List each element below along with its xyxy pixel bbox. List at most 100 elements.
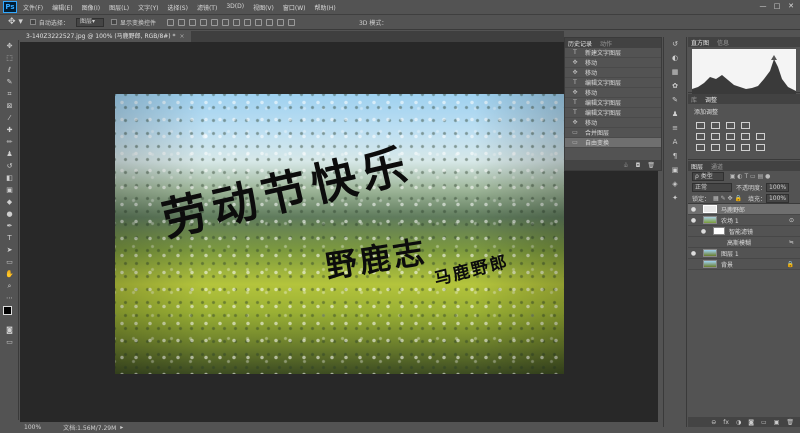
tab-histogram[interactable]: 直方图: [691, 38, 709, 47]
invert-icon[interactable]: [696, 144, 705, 151]
close-window-button[interactable]: ✕: [784, 1, 798, 12]
fill-value[interactable]: 100%: [765, 193, 790, 203]
frame-tool-icon[interactable]: ⊠: [0, 100, 19, 112]
distribute-vcenter-icon[interactable]: [243, 18, 251, 26]
distribute-hcenter-icon[interactable]: [276, 18, 284, 26]
color-swatches-icon[interactable]: [0, 304, 19, 324]
link-layers-icon[interactable]: ⊖: [711, 419, 716, 426]
color-panel-icon[interactable]: ◐: [664, 51, 686, 65]
menu-image[interactable]: 图像(I): [82, 3, 100, 12]
dodge-tool-icon[interactable]: ●: [0, 208, 19, 220]
auto-select-dropdown[interactable]: 图层 ▾: [75, 17, 104, 27]
eraser-tool-icon[interactable]: ◧: [0, 172, 19, 184]
paragraph-panel-icon[interactable]: ¶: [664, 149, 686, 163]
zoom-level[interactable]: 100%: [24, 424, 41, 431]
quick-select-tool-icon[interactable]: ✎: [0, 76, 19, 88]
distribute-left-icon[interactable]: [265, 18, 273, 26]
gradient-tool-icon[interactable]: ▣: [0, 184, 19, 196]
channel-mixer-icon[interactable]: [756, 133, 765, 140]
edit-toolbar-icon[interactable]: ⋯: [0, 292, 19, 304]
visibility-eye-icon[interactable]: ●: [688, 250, 699, 257]
move-tool-icon[interactable]: ✥: [0, 40, 19, 52]
styles-panel-icon[interactable]: ▣: [664, 163, 686, 177]
visibility-eye-icon[interactable]: ●: [688, 206, 699, 213]
healing-brush-tool-icon[interactable]: ✚: [0, 124, 19, 136]
layer-row-selected[interactable]: ● 马鹿野郎: [688, 204, 800, 215]
hue-saturation-icon[interactable]: [696, 133, 705, 140]
align-bottom-icon[interactable]: [188, 18, 196, 26]
tab-actions[interactable]: 动作: [600, 39, 612, 48]
document-tab[interactable]: 3-140Z3222527.jpg @ 100% (马鹿野郎, RGB/8#) …: [20, 31, 191, 42]
trash-icon[interactable]: 🗑: [647, 162, 655, 169]
visibility-eye-icon[interactable]: ●: [688, 217, 699, 224]
menu-type[interactable]: 文字(Y): [138, 3, 158, 12]
menu-window[interactable]: 窗口(W): [283, 3, 306, 12]
tab-adjustments[interactable]: 调整: [705, 95, 717, 104]
screen-mode-icon[interactable]: ▭: [0, 336, 19, 348]
path-select-tool-icon[interactable]: ➤: [0, 244, 19, 256]
threshold-icon[interactable]: [726, 144, 735, 151]
history-row[interactable]: T 新建文字图层: [565, 48, 661, 58]
align-right-icon[interactable]: [221, 18, 229, 26]
gradient-map-icon[interactable]: [741, 144, 750, 151]
type-tool-icon[interactable]: T: [0, 232, 19, 244]
tab-libraries[interactable]: 库: [691, 95, 697, 104]
auto-select-checkbox[interactable]: 自动选择：: [29, 18, 69, 27]
add-mask-icon[interactable]: ◑: [736, 419, 741, 426]
curves-icon[interactable]: [726, 122, 735, 129]
history-brush-tool-icon[interactable]: ↺: [0, 160, 19, 172]
layer-row[interactable]: 背景 🔒: [688, 259, 800, 270]
snapshot-icon[interactable]: ◘: [636, 162, 641, 169]
swatches-panel-icon[interactable]: ▦: [664, 65, 686, 79]
opacity-value[interactable]: 100%: [766, 183, 790, 192]
distribute-right-icon[interactable]: [287, 18, 295, 26]
hand-tool-icon[interactable]: ✋: [0, 268, 19, 280]
trash-icon[interactable]: 🗑: [786, 419, 794, 426]
new-group-icon[interactable]: ▭: [761, 419, 767, 426]
move-tool-preset[interactable]: ✥ ▾: [8, 17, 23, 27]
levels-icon[interactable]: [711, 122, 720, 129]
adjustment-layer-icon[interactable]: ◙: [748, 419, 754, 426]
layer-row[interactable]: ● 图层 1: [688, 248, 800, 259]
layer-row[interactable]: ● 农场 1 ⊙: [688, 215, 800, 226]
distribute-top-icon[interactable]: [232, 18, 240, 26]
distribute-bottom-icon[interactable]: [254, 18, 262, 26]
filter-icons[interactable]: ▣ ◐ T ▭ ▤ ●: [730, 173, 771, 180]
tab-layers[interactable]: 图层: [691, 162, 703, 171]
document-canvas[interactable]: 劳动节快乐 野鹿志 马鹿野郎: [115, 94, 564, 374]
properties-panel-icon[interactable]: ≡: [664, 121, 686, 135]
tab-info[interactable]: 信息: [717, 38, 729, 47]
minimize-button[interactable]: —: [756, 1, 770, 12]
fx-icon[interactable]: fx: [723, 419, 729, 426]
menu-3d[interactable]: 3D(D): [226, 3, 244, 12]
history-row[interactable]: ▭ 合并图层: [565, 128, 661, 138]
history-row[interactable]: T 编辑文字图层: [565, 98, 661, 108]
character-panel-icon[interactable]: A: [664, 135, 686, 149]
checkbox-box[interactable]: [110, 19, 117, 25]
align-vcenter-icon[interactable]: [177, 18, 185, 26]
color-balance-icon[interactable]: [711, 133, 720, 140]
crop-tool-icon[interactable]: ⌗: [0, 88, 19, 100]
history-row[interactable]: T 编辑文字图层: [565, 108, 661, 118]
shape-tool-icon[interactable]: ▭: [0, 256, 19, 268]
paths-panel-icon[interactable]: ✦: [664, 191, 686, 205]
align-top-icon[interactable]: [166, 18, 174, 26]
visibility-eye-icon[interactable]: ●: [698, 228, 709, 235]
history-row[interactable]: ✥ 移动: [565, 58, 661, 68]
selective-color-icon[interactable]: [756, 144, 765, 151]
tab-history[interactable]: 历史记录: [568, 39, 592, 48]
history-panel-icon[interactable]: ↺: [664, 37, 686, 51]
new-document-from-state-icon[interactable]: ♧: [623, 162, 628, 169]
filter-options-icon[interactable]: ≒: [789, 239, 794, 246]
layer-row-smart-filters[interactable]: ● 智能滤镜: [688, 226, 800, 237]
blend-mode-dropdown[interactable]: 正常: [692, 183, 732, 192]
layer-row-filter[interactable]: 高斯模糊 ≒: [688, 237, 800, 248]
menu-select[interactable]: 选择(S): [167, 3, 188, 12]
menu-filter[interactable]: 滤镜(T): [197, 3, 217, 12]
posterize-icon[interactable]: [711, 144, 720, 151]
clone-source-icon[interactable]: ♟: [664, 107, 686, 121]
3d-panel-icon[interactable]: ◈: [664, 177, 686, 191]
brush-presets-icon[interactable]: ✎: [664, 93, 686, 107]
menu-edit[interactable]: 编辑(E): [52, 3, 72, 12]
brightness-contrast-icon[interactable]: [696, 122, 705, 129]
